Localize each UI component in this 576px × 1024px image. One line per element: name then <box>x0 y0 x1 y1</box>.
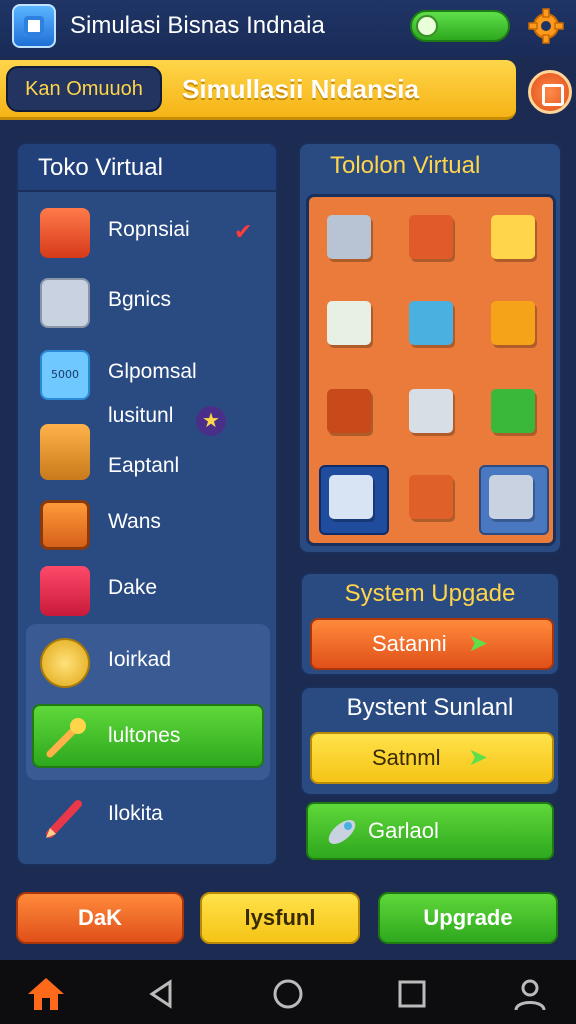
arrow-icon: ➤ <box>468 744 489 771</box>
coin-icon <box>40 638 90 688</box>
star-icon: ★ <box>196 406 226 436</box>
garlaol-button[interactable]: Garlaol <box>306 802 554 860</box>
box-icon[interactable] <box>528 70 572 114</box>
lysfunl-button[interactable]: lysfunl <box>200 892 360 944</box>
circle-home-icon[interactable] <box>268 974 308 1014</box>
top-bar: Simulasi Bisnas Indnaia <box>0 0 576 56</box>
pen-icon <box>40 792 90 842</box>
menu-item-ioirkad[interactable]: Ioirkad <box>26 632 270 692</box>
banner-chip[interactable]: Kan Omuuoh <box>6 66 162 112</box>
gear-icon[interactable] <box>528 8 564 44</box>
dak-button[interactable]: DaK <box>16 892 184 944</box>
cash-bundle-icon[interactable] <box>319 293 381 355</box>
rocket-icon <box>328 820 356 844</box>
button-label: Satanni <box>372 631 447 656</box>
menu-item-label: Ioirkad <box>108 648 172 671</box>
toggle-switch[interactable] <box>410 10 510 42</box>
button-label: Garlaol <box>368 818 439 843</box>
menu-item-wans[interactable]: Wans <box>26 494 270 554</box>
card-title: System Upgade <box>344 580 516 607</box>
menu-item-eaptanl[interactable]: Eaptanl <box>26 424 270 498</box>
parcel-icon[interactable] <box>401 207 463 269</box>
menu-item-label: Wans <box>108 510 161 533</box>
boxes-icon[interactable] <box>483 293 545 355</box>
menu-item-label: Dake <box>108 576 158 599</box>
banner: Kan Omuuoh Simullasii Nidansia <box>0 60 516 120</box>
shopping-cart-icon[interactable] <box>401 293 463 355</box>
banknote-icon: 5000 <box>40 350 90 400</box>
menu-item-label: Ilokita <box>108 802 163 825</box>
menu-item-label: Glpomsal <box>108 360 197 383</box>
menu-item-ropnsiai[interactable]: Ropnsiai ✔ <box>26 202 270 262</box>
banner-title: Simullasii Nidansia <box>182 74 419 104</box>
menu-item-label: lultones <box>108 724 181 747</box>
arrow-icon: ➤ <box>468 630 489 657</box>
back-icon[interactable] <box>142 974 182 1014</box>
produce-crate-icon[interactable] <box>401 467 463 529</box>
upgrade-button[interactable]: Satanni ➤ <box>310 618 554 670</box>
menu-item-label: Ropnsiai <box>108 218 190 241</box>
unlock-button[interactable]: Satnml ➤ <box>310 732 554 784</box>
trolley-icon[interactable] <box>479 465 549 535</box>
menu-item-label: Eaptanl <box>108 454 180 477</box>
shop-stall-icon[interactable] <box>483 207 545 269</box>
menu-item-dake[interactable]: Dake <box>26 560 270 620</box>
system-upgrade-card: System Upgade Satanni ➤ <box>300 572 560 676</box>
virtual-grid-panel: Tololon Virtual <box>298 142 562 554</box>
crate-icon[interactable] <box>319 381 381 443</box>
register-icon[interactable] <box>319 207 381 269</box>
app-cube-icon <box>12 4 56 48</box>
item-grid <box>306 194 556 546</box>
tools-icon <box>40 424 90 480</box>
home-icon[interactable] <box>26 974 66 1014</box>
card-title: Bystent Sunlanl <box>346 694 514 721</box>
store-menu-title: Toko Virtual <box>38 154 163 181</box>
app-title: Simulasi Bisnas Indnaia <box>70 12 325 39</box>
menu-item-label: lusitunl <box>108 404 174 427</box>
recents-icon[interactable] <box>392 974 432 1014</box>
system-unlock-card: Bystent Sunlanl Satnml ➤ <box>300 686 560 796</box>
check-icon: ✔ <box>234 220 253 245</box>
truck-icon <box>40 566 90 616</box>
basket-icon[interactable] <box>319 465 389 535</box>
shelf-icon[interactable] <box>401 381 463 443</box>
store-menu-header: Toko Virtual <box>18 144 276 192</box>
upgrade-action-button[interactable]: Upgrade <box>378 892 558 944</box>
menu-item-label: Bgnics <box>108 288 172 311</box>
money-box-icon[interactable] <box>483 381 545 443</box>
system-nav-bar <box>0 960 576 1024</box>
cart-icon <box>40 278 90 328</box>
tablet-icon <box>40 500 90 550</box>
menu-item-lultones[interactable]: lultones <box>26 708 270 768</box>
menu-item-bgnics[interactable]: Bgnics <box>26 272 270 332</box>
wrench-icon <box>40 714 90 764</box>
toggle-knob <box>416 15 438 37</box>
button-label: Satnml <box>372 745 441 770</box>
profile-icon[interactable] <box>510 974 550 1014</box>
store-menu-panel: Toko Virtual Ropnsiai ✔ Bgnics 5000 Glpo… <box>16 142 278 866</box>
virtual-grid-title: Tololon Virtual <box>330 152 481 179</box>
menu-item-ilokita[interactable]: Ilokita <box>26 786 270 846</box>
shop-icon <box>40 208 90 258</box>
